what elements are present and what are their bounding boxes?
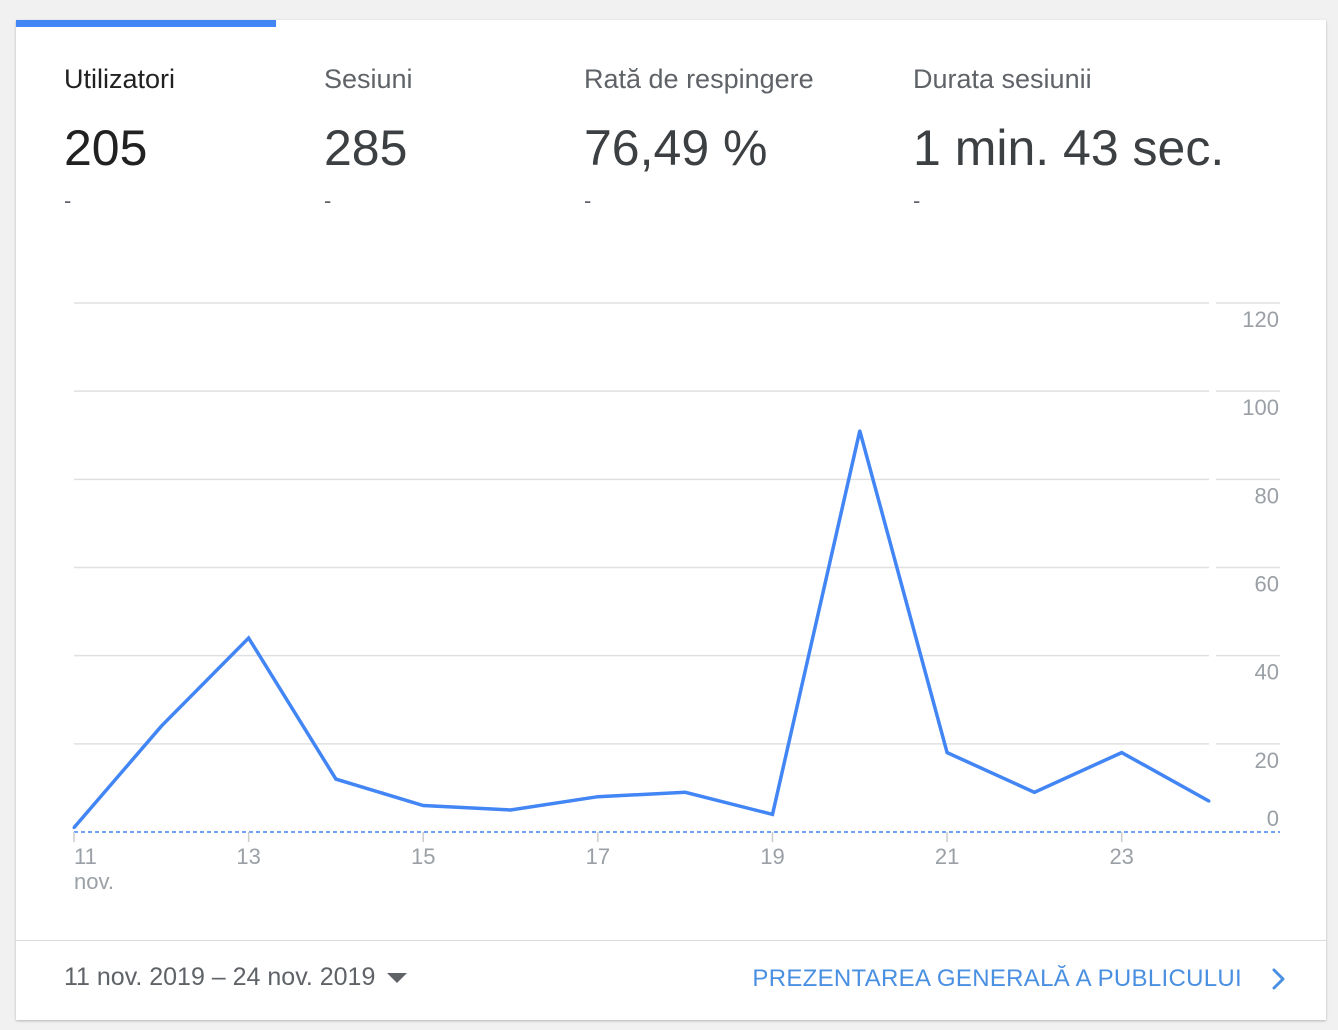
data-point — [858, 429, 862, 433]
x-tick-label: 11 — [74, 844, 97, 869]
data-point — [945, 751, 949, 755]
x-tick-label: 21 — [935, 844, 959, 869]
data-point — [1120, 751, 1124, 755]
data-point — [334, 777, 338, 781]
date-range-label: 11 nov. 2019 – 24 nov. 2019 — [64, 963, 376, 991]
data-point — [509, 808, 513, 812]
y-tick-label: 120 — [1242, 307, 1279, 332]
date-range-selector[interactable]: 11 nov. 2019 – 24 nov. 2019 — [64, 963, 408, 992]
data-point — [72, 826, 76, 830]
x-tick-sublabel: nov. — [74, 869, 114, 894]
y-tick-label: 60 — [1255, 572, 1279, 597]
y-tick-label: 80 — [1255, 483, 1279, 508]
users-line-chart: 0 20 40 60 80 100 120 11 13 15 17 19 21 23 nov. — [72, 302, 1280, 894]
footer-divider — [16, 940, 1326, 941]
y-tick-label: 20 — [1255, 748, 1279, 773]
y-tick-label: 40 — [1255, 660, 1279, 685]
series-line — [72, 430, 1210, 829]
data-point — [1207, 799, 1211, 803]
data-point — [159, 724, 163, 728]
data-point — [247, 636, 251, 640]
data-point — [421, 804, 425, 808]
data-point — [683, 790, 687, 794]
x-tick-label: 13 — [236, 844, 260, 869]
data-point — [596, 795, 600, 799]
audience-overview-link-label: PREZENTAREA GENERALĂ A PUBLICULUI — [752, 965, 1242, 992]
data-point — [770, 812, 774, 816]
caret-down-icon — [387, 972, 408, 983]
x-tick-label: 17 — [586, 844, 610, 869]
y-tick-label: 100 — [1242, 395, 1279, 420]
data-point — [1032, 790, 1036, 794]
chevron-right-icon — [1272, 968, 1285, 990]
audience-overview-link[interactable]: PREZENTAREA GENERALĂ A PUBLICULUI — [752, 965, 1290, 993]
audience-overview-card: Utilizatori 205 - Sesiuni 285 - Rată de … — [16, 20, 1326, 1020]
x-tick-label: 19 — [760, 844, 784, 869]
x-tick-label: 15 — [411, 844, 435, 869]
y-tick-label: 0 — [1267, 806, 1279, 831]
x-tick-label: 23 — [1109, 844, 1133, 869]
